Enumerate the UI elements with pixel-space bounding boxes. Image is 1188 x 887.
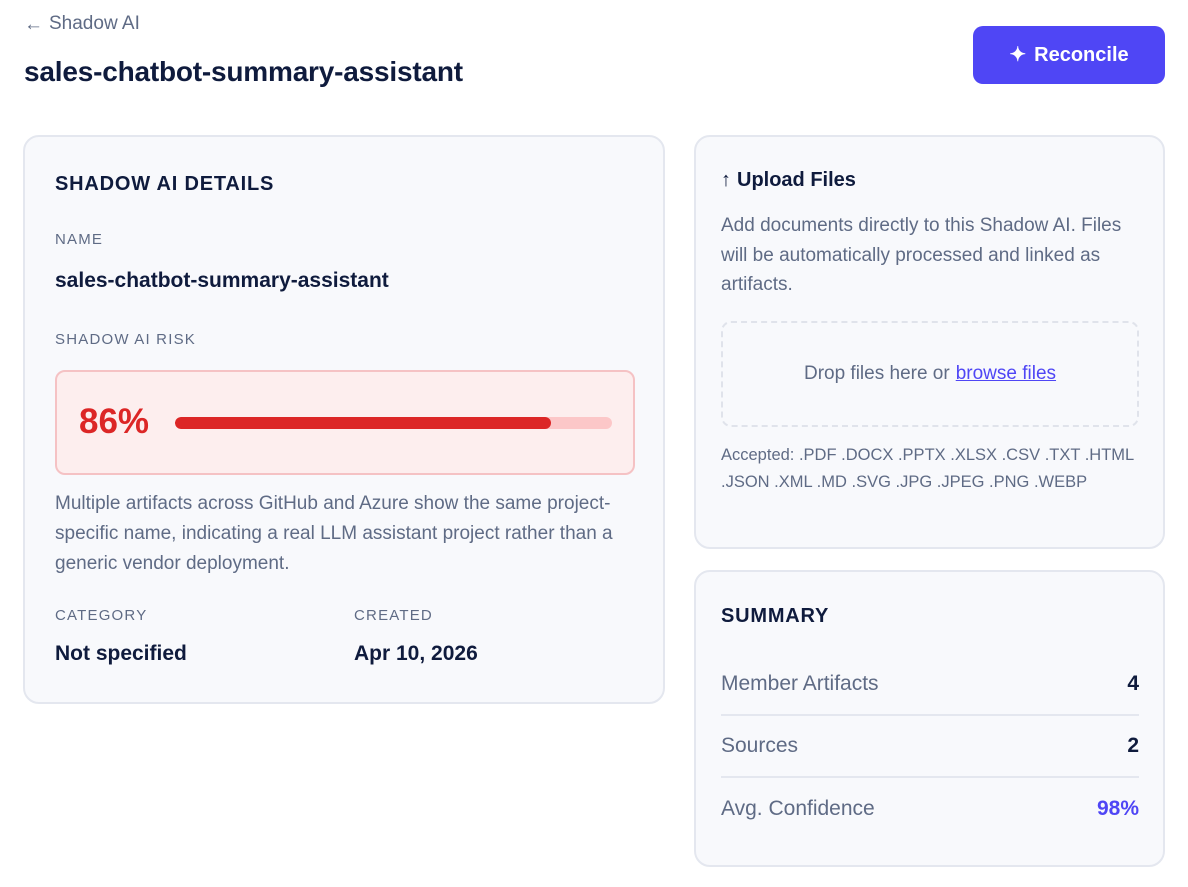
page-title: sales-chatbot-summary-assistant: [24, 56, 463, 87]
summary-row-label: Sources: [721, 734, 799, 757]
risk-progress-track: [175, 417, 612, 429]
summary-row-value: 2: [1127, 734, 1139, 757]
summary-row-label: Member Artifacts: [721, 672, 879, 695]
summary-row-value: 4: [1127, 672, 1139, 695]
risk-progress-fill: [175, 417, 551, 429]
upload-description: Add documents directly to this Shadow AI…: [721, 215, 1122, 295]
risk-indicator: 86%: [55, 370, 635, 475]
risk-label: SHADOW AI RISK: [55, 331, 196, 348]
arrow-up-icon: ↑: [721, 169, 731, 191]
summary-section-title: SUMMARY: [721, 605, 830, 627]
risk-percent: 86%: [79, 402, 150, 441]
file-drop-zone[interactable]: Drop files here or browse files: [721, 321, 1139, 427]
created-value: Apr 10, 2026: [354, 642, 478, 665]
created-label: CREATED: [354, 607, 433, 624]
reconcile-button[interactable]: ✦ Reconcile: [973, 26, 1165, 84]
summary-row-value: 98%: [1096, 797, 1139, 820]
shadow-ai-details-card: SHADOW AI DETAILS NAME sales-chatbot-sum…: [23, 135, 665, 704]
summary-card: SUMMARY Member Artifacts 4 Sources 2 Avg…: [694, 570, 1165, 867]
reconcile-button-label: Reconcile: [1034, 43, 1129, 66]
accepted-file-types: Accepted: .PDF .DOCX .PPTX .XLSX .CSV .T…: [721, 446, 1134, 491]
name-value: sales-chatbot-summary-assistant: [55, 269, 389, 292]
upload-title: ↑ Upload Files: [721, 169, 856, 192]
summary-row-member-artifacts: Member Artifacts 4: [721, 654, 1139, 716]
risk-description: Multiple artifacts across GitHub and Azu…: [55, 493, 613, 574]
arrow-left-icon: ←: [24, 13, 43, 35]
summary-row-sources: Sources 2: [721, 716, 1139, 778]
drop-zone-text: Drop files here or: [803, 363, 950, 384]
details-section-title: SHADOW AI DETAILS: [55, 173, 275, 195]
name-label: NAME: [55, 231, 104, 248]
browse-files-link[interactable]: browse files: [956, 363, 1056, 385]
upload-title-label: Upload Files: [737, 169, 856, 191]
category-label: CATEGORY: [55, 607, 148, 624]
category-value: Not specified: [55, 642, 187, 665]
sparkle-icon: ✦: [1009, 44, 1027, 66]
upload-files-card: ↑ Upload Files Add documents directly to…: [694, 135, 1165, 549]
back-link[interactable]: ← Shadow AI: [24, 13, 140, 35]
summary-row-avg-confidence: Avg. Confidence 98%: [721, 778, 1139, 840]
back-link-label: Shadow AI: [49, 13, 140, 34]
summary-row-label: Avg. Confidence: [721, 797, 875, 820]
